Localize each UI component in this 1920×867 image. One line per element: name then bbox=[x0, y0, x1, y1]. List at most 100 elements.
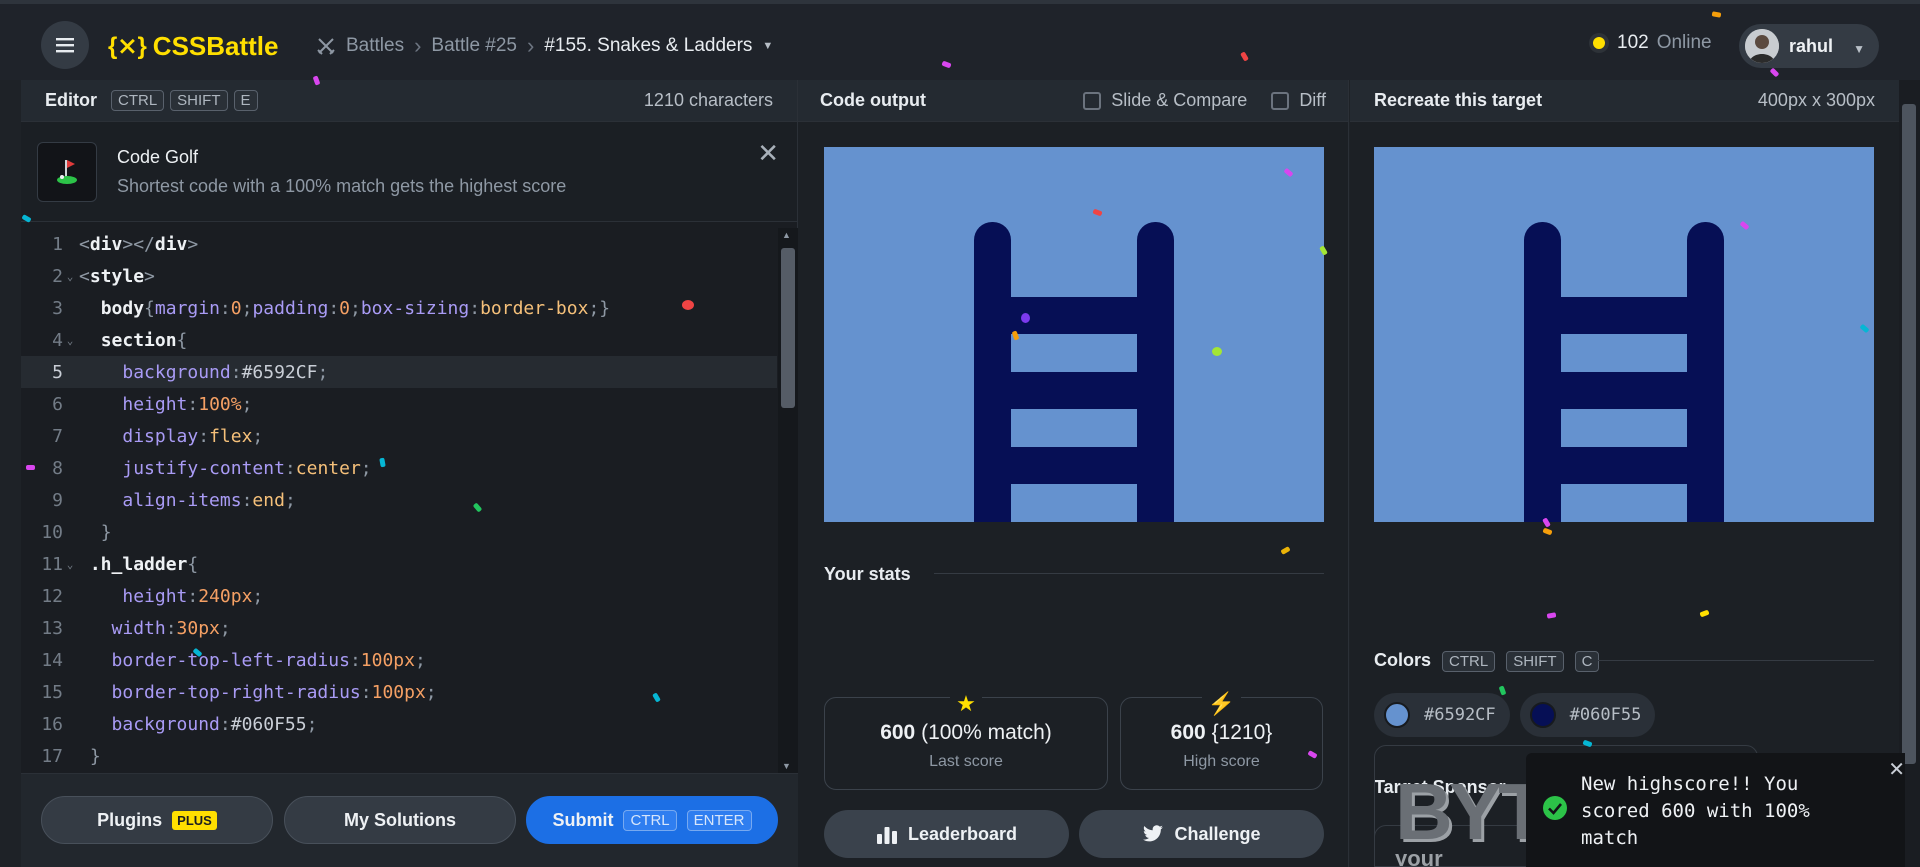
color-dot bbox=[1384, 702, 1410, 728]
confetti bbox=[1021, 313, 1030, 323]
scroll-down-icon[interactable]: ▼ bbox=[782, 761, 791, 771]
target-size: 400px x 300px bbox=[1757, 90, 1875, 110]
high-score-label: High score bbox=[1183, 753, 1260, 770]
scroll-up-icon[interactable]: ▲ bbox=[782, 230, 791, 240]
line-number: 15 bbox=[41, 681, 63, 703]
caret-down-icon: ▼ bbox=[1853, 42, 1865, 56]
lightning-icon: ⚡ bbox=[1201, 691, 1242, 717]
line-number: 7 bbox=[52, 425, 63, 447]
slide-compare-label: Slide & Compare bbox=[1111, 90, 1248, 110]
last-match: (100% match) bbox=[921, 721, 1052, 744]
fold-icon[interactable]: ⌄ bbox=[63, 270, 77, 283]
high-chars: {1210} bbox=[1211, 721, 1273, 744]
sponsor-tagline: your bbox=[1395, 846, 1443, 867]
line-number: 2 bbox=[52, 265, 63, 287]
target-header: Recreate this target 400px x 300px bbox=[1350, 80, 1899, 122]
target-title: Recreate this target bbox=[1374, 90, 1543, 110]
plus-badge: PLUS bbox=[172, 810, 217, 830]
checkbox-icon[interactable] bbox=[1083, 91, 1102, 110]
ladder-rail bbox=[974, 222, 1011, 522]
submit-button[interactable]: Submit CTRL ENTER bbox=[526, 796, 778, 844]
line-number: 5 bbox=[52, 361, 63, 383]
kbd-key: C bbox=[1574, 651, 1600, 672]
leaderboard-button[interactable]: Leaderboard bbox=[824, 810, 1069, 858]
ladder-rail bbox=[1687, 222, 1724, 522]
close-icon[interactable]: ✕ bbox=[1888, 757, 1905, 782]
challenge-label: Challenge bbox=[1174, 823, 1261, 844]
diff-label: Diff bbox=[1299, 90, 1326, 110]
scroll-thumb[interactable] bbox=[1902, 104, 1916, 764]
ladder-rung bbox=[1561, 297, 1687, 334]
code-editor[interactable]: 1 <div></div> 2 ⌄ <style> 3 body{margin:0;p… bbox=[21, 228, 777, 773]
star-icon: ★ bbox=[950, 691, 982, 717]
crumb-target[interactable]: #155. Snakes & Ladders bbox=[544, 35, 752, 57]
brand-name: CSSBattle bbox=[152, 30, 279, 61]
confetti bbox=[1212, 347, 1222, 356]
ladder-rail bbox=[1137, 222, 1174, 522]
kbd-key: CTRL bbox=[623, 809, 677, 831]
slide-compare-toggle[interactable]: Slide & Compare bbox=[1083, 90, 1247, 111]
close-icon[interactable]: ✕ bbox=[757, 138, 779, 169]
menu-button[interactable] bbox=[41, 21, 89, 69]
high-score-card: ⚡ 600 {1210} High score bbox=[1120, 691, 1323, 790]
sponsor-logo: BYT bbox=[1395, 767, 1547, 856]
line-number: 16 bbox=[41, 713, 63, 735]
ladder-rung bbox=[1011, 297, 1137, 334]
kbd-key: CTRL bbox=[111, 90, 165, 111]
kbd-key: ENTER bbox=[686, 809, 752, 831]
editor-title: Editor bbox=[45, 90, 97, 110]
confetti bbox=[682, 300, 694, 310]
line-number: 12 bbox=[41, 585, 63, 607]
color-dot bbox=[1529, 702, 1556, 728]
kbd-key: SHIFT bbox=[170, 90, 228, 111]
online-dot-icon bbox=[1589, 33, 1609, 53]
kbd-key: CTRL bbox=[1442, 651, 1496, 672]
target-image[interactable] bbox=[1374, 147, 1874, 522]
crumb-battles[interactable]: Battles bbox=[346, 35, 404, 57]
page-scrollbar[interactable] bbox=[1899, 80, 1920, 867]
line-number: 17 bbox=[41, 745, 63, 767]
last-score-label: Last score bbox=[929, 753, 1003, 770]
colors-title: Colors CTRL SHIFT C bbox=[1374, 650, 1600, 672]
scroll-thumb[interactable] bbox=[781, 248, 795, 408]
checkbox-icon[interactable] bbox=[1271, 91, 1290, 110]
editor-scrollbar[interactable]: ▲ ▼ bbox=[778, 228, 798, 773]
my-solutions-button[interactable]: My Solutions bbox=[284, 796, 516, 844]
output-canvas[interactable] bbox=[824, 147, 1324, 522]
stats-title: Your stats bbox=[824, 564, 911, 584]
online-label: Online bbox=[1656, 32, 1712, 53]
avatar bbox=[1745, 29, 1779, 63]
line-number: 11 bbox=[41, 553, 63, 575]
user-menu[interactable]: rahul ▼ bbox=[1739, 24, 1879, 68]
caret-down-icon[interactable]: ▼ bbox=[762, 40, 773, 52]
crumb-battle[interactable]: Battle #25 bbox=[431, 35, 517, 57]
ladder-rung bbox=[1011, 372, 1137, 409]
line-number: 9 bbox=[52, 489, 63, 511]
line-number: 13 bbox=[41, 617, 63, 639]
color-chip[interactable]: #6592CF bbox=[1374, 693, 1510, 737]
leaderboard-label: Leaderboard bbox=[907, 823, 1018, 844]
ladder-rung bbox=[1561, 372, 1687, 409]
fold-icon[interactable]: ⌄ bbox=[63, 334, 77, 347]
fold-icon[interactable]: ⌄ bbox=[63, 558, 77, 571]
breadcrumb: Battles › Battle #25 › #155. Snakes & La… bbox=[316, 30, 773, 62]
output-header: Code output Slide & Compare Diff bbox=[798, 80, 1348, 122]
golf-flag-icon bbox=[37, 141, 97, 202]
last-score: 600 bbox=[880, 721, 916, 744]
line-number: 3 bbox=[52, 297, 63, 319]
ladder-rail bbox=[1524, 222, 1561, 522]
color-chip[interactable]: #060F55 bbox=[1519, 693, 1656, 737]
golf-title: Code Golf bbox=[117, 146, 199, 167]
challenge-button[interactable]: Challenge bbox=[1079, 810, 1324, 858]
line-number: 14 bbox=[41, 649, 63, 671]
brand-logo[interactable]: {⨯} CSSBattle bbox=[108, 29, 279, 63]
top-bar: {⨯} CSSBattle Battles › Battle #25 › #15… bbox=[0, 0, 1920, 80]
diff-toggle[interactable]: Diff bbox=[1271, 90, 1326, 111]
divider bbox=[1598, 660, 1874, 661]
solutions-label: My Solutions bbox=[344, 809, 456, 830]
active-line: 5 background:#6592CF; bbox=[21, 356, 777, 388]
color-hex: #6592CF bbox=[1424, 705, 1496, 725]
code-golf-banner: Code Golf Shortest code with a 100% matc… bbox=[21, 122, 797, 222]
online-indicator: 102 Online bbox=[1589, 32, 1712, 54]
plugins-button[interactable]: Plugins PLUS bbox=[41, 796, 273, 844]
